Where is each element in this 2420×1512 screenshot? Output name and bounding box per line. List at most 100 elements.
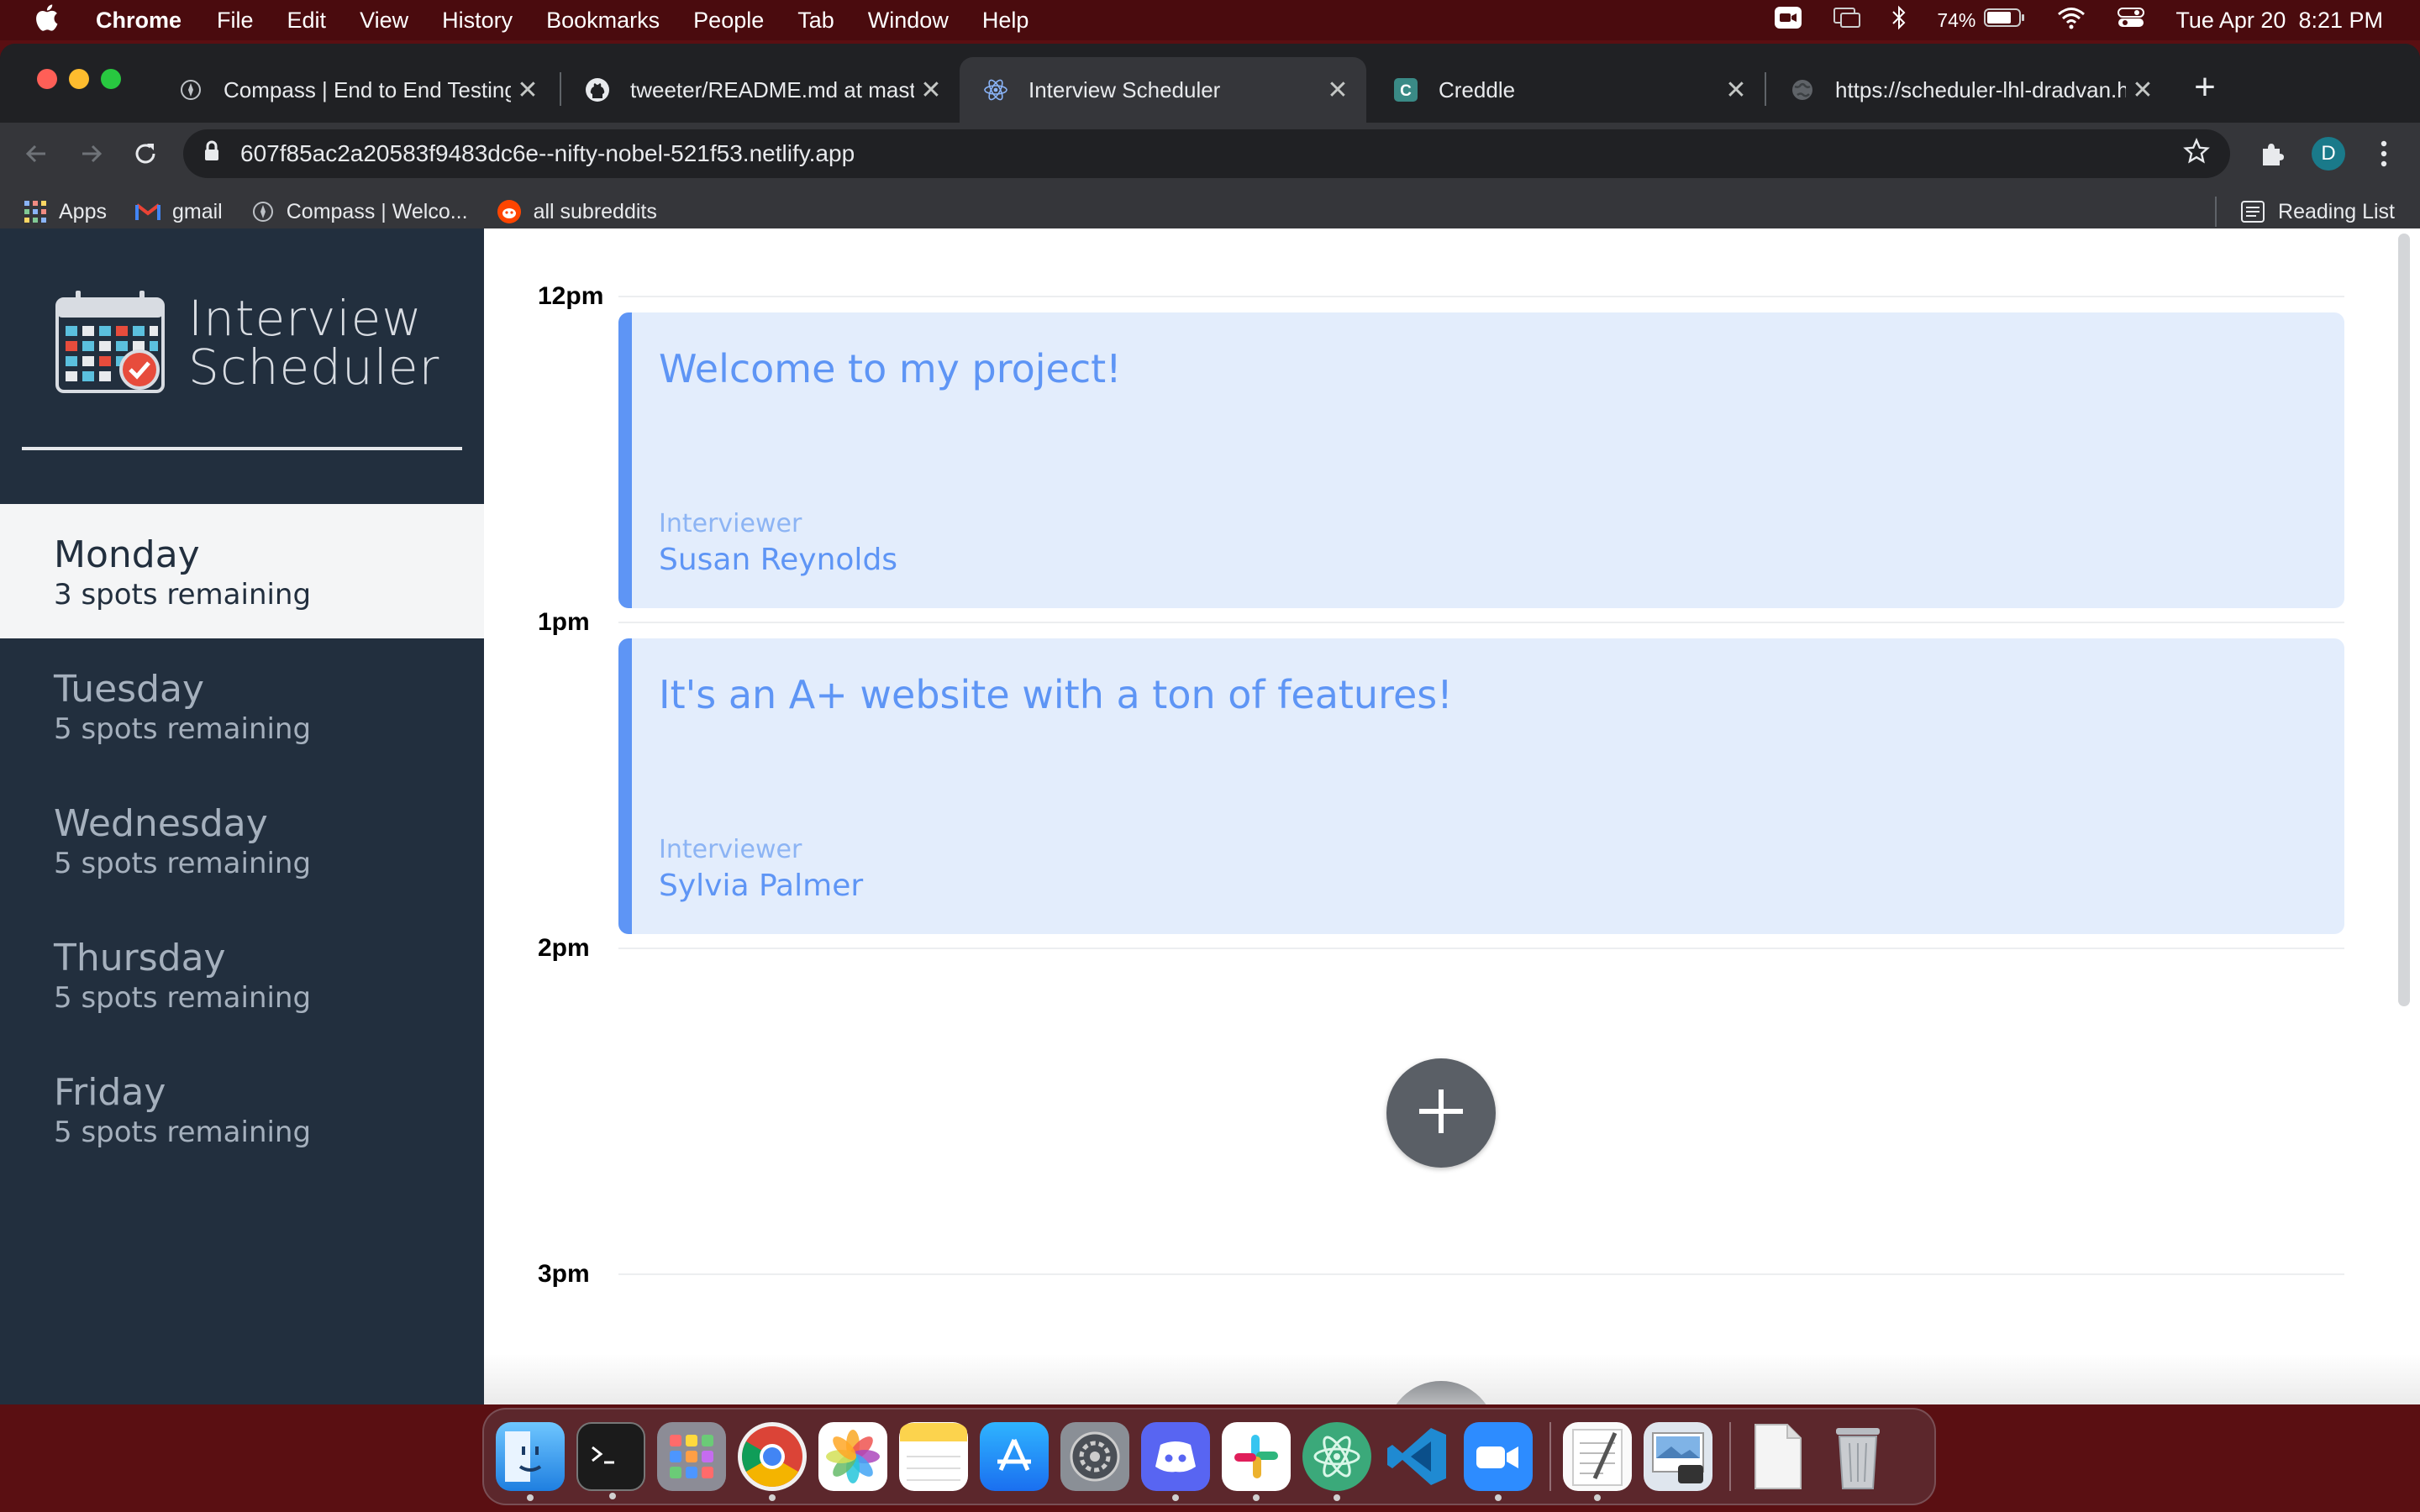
appointment-card[interactable]: Welcome to my project! Interviewer Susan…	[618, 312, 2344, 608]
kebab-menu-icon[interactable]	[2361, 131, 2407, 176]
add-appointment-button[interactable]	[1386, 1058, 1496, 1168]
sidebar: Interview Scheduler Monday 3 spots remai…	[0, 228, 484, 1404]
tab-scheduler-lhl[interactable]: https://scheduler-lhl-dradvan.h ✕	[1766, 57, 2171, 123]
creddle-icon: C	[1393, 77, 1418, 102]
battery-icon[interactable]	[1984, 8, 2026, 34]
tab-close-icon[interactable]: ✕	[2126, 76, 2160, 105]
hour-divider	[618, 622, 2344, 623]
wifi-icon[interactable]	[2056, 6, 2086, 35]
running-indicator	[1594, 1494, 1601, 1501]
trash-icon[interactable]	[1823, 1422, 1892, 1491]
gmail-icon	[134, 202, 160, 222]
discord-icon[interactable]	[1141, 1422, 1210, 1501]
hour-label-3pm: 3pm	[538, 1260, 590, 1288]
day-item-tuesday[interactable]: Tuesday 5 spots remaining	[0, 638, 484, 773]
menu-history[interactable]: History	[442, 8, 513, 34]
appointment-card[interactable]: It's an A+ website with a ton of feature…	[618, 638, 2344, 934]
bookmark-compass[interactable]: Compass | Welco...	[251, 200, 468, 224]
sidebar-divider	[22, 447, 462, 450]
reload-icon[interactable]	[123, 131, 168, 176]
menu-file[interactable]: File	[217, 8, 254, 34]
day-item-wednesday[interactable]: Wednesday 5 spots remaining	[0, 773, 484, 907]
zoom-icon[interactable]	[1464, 1422, 1533, 1501]
app-store-icon[interactable]	[980, 1422, 1049, 1491]
zoom-window-button[interactable]	[101, 69, 121, 89]
menu-tab[interactable]: Tab	[797, 8, 834, 34]
menu-bookmarks[interactable]: Bookmarks	[546, 8, 660, 34]
menu-view[interactable]: View	[360, 8, 408, 34]
bottom-shadow	[484, 1354, 2420, 1404]
notes-icon[interactable]	[899, 1422, 968, 1491]
tab-interview-scheduler[interactable]: Interview Scheduler ✕	[960, 57, 1366, 123]
tab-close-icon[interactable]: ✕	[1719, 76, 1753, 105]
macos-dock	[482, 1408, 1936, 1505]
day-item-thursday[interactable]: Thursday 5 spots remaining	[0, 907, 484, 1042]
day-item-friday[interactable]: Friday 5 spots remaining	[0, 1042, 484, 1176]
day-name: Monday	[54, 533, 200, 576]
interviewer-name: Sylvia Palmer	[659, 869, 864, 903]
zoom-status-icon[interactable]	[1774, 6, 1802, 35]
menu-people[interactable]: People	[693, 8, 764, 34]
launchpad-icon[interactable]	[657, 1422, 726, 1491]
bookmark-label: Compass | Welco...	[286, 199, 468, 223]
menu-help[interactable]: Help	[982, 8, 1029, 34]
tab-close-icon[interactable]: ✕	[511, 76, 544, 105]
apple-logo-icon[interactable]	[34, 3, 62, 38]
app-title-line1: Interview	[188, 290, 423, 347]
menu-window[interactable]: Window	[868, 8, 949, 34]
back-arrow-icon[interactable]	[13, 131, 59, 176]
running-indicator	[1334, 1494, 1340, 1501]
tab-creddle[interactable]: C Creddle ✕	[1370, 57, 1765, 123]
minimize-window-button[interactable]	[69, 69, 89, 89]
day-spots: 5 spots remaining	[54, 981, 312, 1015]
clock[interactable]: Tue Apr 20 8:21 PM	[2175, 8, 2383, 34]
avatar: D	[2312, 137, 2345, 171]
appointment-student: Welcome to my project!	[659, 346, 1122, 391]
menu-edit[interactable]: Edit	[287, 8, 327, 34]
extensions-puzzle-icon[interactable]	[2249, 131, 2294, 176]
tab-close-icon[interactable]: ✕	[1321, 76, 1355, 105]
photos-icon[interactable]	[818, 1422, 887, 1491]
menu-app-name[interactable]: Chrome	[96, 8, 182, 34]
day-spots: 3 spots remaining	[54, 578, 312, 612]
finder-icon[interactable]	[496, 1422, 565, 1501]
new-tab-button[interactable]: +	[2188, 62, 2222, 113]
bookmark-subreddits[interactable]: all subreddits	[497, 199, 657, 224]
lock-icon[interactable]	[203, 140, 220, 168]
textedit-icon[interactable]	[1563, 1422, 1632, 1501]
tab-compass-end-to-end[interactable]: Compass | End to End Testing ✕	[155, 57, 556, 123]
bookmark-apps[interactable]: Apps	[24, 200, 107, 224]
bookmark-star-icon[interactable]	[2183, 137, 2210, 171]
forward-arrow-icon[interactable]	[69, 131, 114, 176]
tab-tweeter-readme[interactable]: tweeter/README.md at master ✕	[561, 57, 960, 123]
control-center-icon[interactable]	[2117, 6, 2145, 35]
calendar-logo-icon	[55, 289, 165, 396]
browser-window: Compass | End to End Testing ✕ tweeter/R…	[0, 44, 2420, 1404]
vscode-icon[interactable]	[1383, 1422, 1452, 1491]
browser-toolbar: 607f85ac2a20583f9483dc6e--nifty-nobel-52…	[0, 123, 2420, 185]
system-preferences-icon[interactable]	[1060, 1422, 1129, 1491]
url-text[interactable]: 607f85ac2a20583f9483dc6e--nifty-nobel-52…	[240, 140, 2183, 167]
preview-icon[interactable]	[1644, 1422, 1712, 1491]
display-mirror-icon[interactable]	[1833, 7, 1861, 34]
pdf-document-icon[interactable]	[1743, 1422, 1812, 1491]
globe-icon	[1790, 77, 1815, 102]
svg-text:C: C	[1400, 82, 1412, 100]
app-title-line2: Scheduler	[188, 339, 440, 396]
bookmark-gmail[interactable]: gmail	[134, 200, 223, 224]
close-window-button[interactable]	[37, 69, 57, 89]
page-scrollbar[interactable]	[2398, 234, 2410, 1006]
profile-avatar[interactable]: D	[2306, 131, 2351, 176]
day-item-monday[interactable]: Monday 3 spots remaining	[0, 504, 484, 638]
bluetooth-icon[interactable]	[1891, 5, 1907, 36]
compass-icon	[178, 77, 203, 102]
day-spots: 5 spots remaining	[54, 712, 312, 746]
chrome-icon[interactable]	[738, 1422, 807, 1501]
terminal-icon[interactable]	[576, 1422, 645, 1499]
slack-icon[interactable]	[1222, 1422, 1291, 1501]
tab-close-icon[interactable]: ✕	[914, 76, 948, 105]
atom-icon[interactable]	[1302, 1422, 1371, 1501]
tab-strip: Compass | End to End Testing ✕ tweeter/R…	[0, 44, 2420, 123]
address-bar[interactable]: 607f85ac2a20583f9483dc6e--nifty-nobel-52…	[183, 129, 2230, 178]
hour-divider	[618, 948, 2344, 949]
